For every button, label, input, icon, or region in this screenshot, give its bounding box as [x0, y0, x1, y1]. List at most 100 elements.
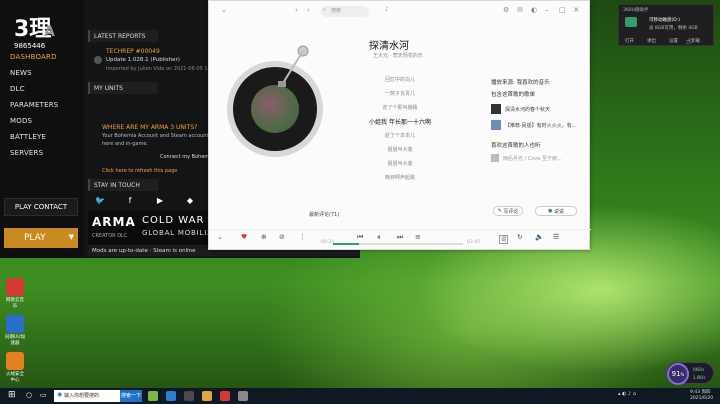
- minimize-icon[interactable]: –: [545, 6, 549, 14]
- user-id: 9865446: [14, 42, 46, 50]
- nav-dashboard[interactable]: DASHBOARD: [10, 53, 57, 61]
- total-time: 03:45: [467, 240, 480, 245]
- drive-name: 可移动磁盘(D:): [649, 18, 680, 23]
- playlist-icon[interactable]: ☰: [553, 233, 559, 241]
- search-input[interactable]: 搜索: [321, 6, 369, 17]
- svg-text:A: A: [44, 24, 55, 40]
- twitter-icon[interactable]: 🐦: [94, 196, 106, 205]
- gear-icon[interactable]: ⚙: [503, 6, 509, 14]
- report-title[interactable]: TECHREP #00049: [106, 48, 160, 55]
- mouse-cursor-icon: ☝: [686, 37, 691, 46]
- next-icon[interactable]: ⏭: [397, 233, 403, 242]
- youtube-icon[interactable]: ▶: [154, 196, 166, 205]
- progress-bar[interactable]: [333, 243, 463, 245]
- latest-reports-header: LATEST REPORTS: [88, 30, 158, 42]
- task-view-icon[interactable]: ▭: [40, 391, 47, 399]
- playlist-item[interactable]: 【推荐·民谣】有时火火火，有...: [505, 122, 576, 129]
- cpu-gauge: 91%: [667, 363, 689, 385]
- loop-icon[interactable]: ↻: [517, 233, 523, 241]
- tray-icons[interactable]: ▴ ◐ ♪ ⌂: [618, 391, 636, 397]
- lyric-line: 赶了个本本儿: [384, 133, 415, 139]
- taskbar-app-icon[interactable]: [220, 391, 230, 401]
- equalizer-icon[interactable]: ≡: [415, 233, 421, 241]
- unmount-button[interactable]: 卸载: [691, 38, 700, 44]
- collapse-icon[interactable]: ⌄: [221, 6, 227, 14]
- open-button[interactable]: 打开: [625, 38, 634, 44]
- taskbar-app-icon[interactable]: [202, 391, 212, 401]
- units-question: WHERE ARE MY ARMA 3 UNITS?: [102, 124, 198, 131]
- volume-icon[interactable]: 🔈: [535, 233, 544, 241]
- refresh-link[interactable]: Click here to refresh this page: [102, 168, 177, 174]
- taskbar-app-icon[interactable]: [238, 391, 248, 401]
- search-engine-icon: ◉: [57, 391, 63, 398]
- download-speed: 1.0K/s: [693, 375, 706, 380]
- heart-icon[interactable]: ♥: [241, 233, 247, 241]
- forward-icon[interactable]: ›: [307, 6, 310, 14]
- share-icon[interactable]: ⊘: [279, 233, 285, 241]
- report-avatar: [94, 56, 102, 64]
- desktop-icon-music[interactable]: 网易云音乐: [4, 278, 26, 309]
- song-title: 探清水河: [369, 41, 409, 52]
- chevron-down-icon[interactable]: ▼: [69, 233, 74, 241]
- windows-start-icon[interactable]: ⊞: [8, 390, 16, 400]
- speed-gauge-widget[interactable]: 91% 0KB/s 1.0K/s: [666, 362, 714, 385]
- usb-notification: 360U盘助手 可移动磁盘(D:) 总 8GB可用，剩余 4GB 打开 弹出 设…: [618, 4, 714, 46]
- download-icon[interactable]: ⊕: [261, 233, 267, 241]
- report-meta: Imported by Julien Vida on 2021-06-05 13…: [106, 66, 219, 72]
- notify-title: 360U盘助手: [623, 8, 649, 13]
- upload-speed: 0KB/s: [693, 367, 705, 372]
- close-icon[interactable]: ×: [573, 5, 580, 14]
- skin-icon[interactable]: ◐: [531, 6, 537, 14]
- desktop-icon-uu[interactable]: 同期UU加速器: [4, 315, 26, 346]
- song-artist[interactable]: 王大元 · 悲天悯花的乐: [373, 52, 423, 59]
- play-button[interactable]: PLAY ▼: [4, 228, 78, 248]
- talk-button[interactable]: ● 说说: [535, 206, 577, 216]
- taskbar-app-icon[interactable]: [148, 391, 158, 401]
- clock-date[interactable]: 2021/6/20: [690, 396, 713, 401]
- comments-count[interactable]: 最新评论(71): [309, 211, 339, 218]
- drive-space: 总 8GB可用，剩余 4GB: [649, 26, 698, 31]
- play-source[interactable]: 播放来源: 我喜欢的音乐: [491, 78, 550, 86]
- similar-thumb[interactable]: [491, 154, 499, 162]
- similar-header: 喜欢这首歌的人也听: [491, 143, 541, 149]
- clock-time[interactable]: 9:43 周四: [690, 389, 711, 395]
- collapse-icon[interactable]: ⌄: [217, 233, 223, 241]
- units-text-2: here and in-game.: [102, 141, 148, 147]
- previous-icon[interactable]: ⏮: [357, 233, 363, 242]
- connect-bohemia-link[interactable]: Connect my Bohemia: [160, 154, 214, 160]
- maximize-icon[interactable]: □: [559, 6, 566, 14]
- taskbar-app-icon[interactable]: [166, 391, 176, 401]
- mic-icon[interactable]: ♪: [385, 6, 389, 13]
- write-comment-button[interactable]: ✎ 写评论: [493, 206, 523, 216]
- taskbar-search-input[interactable]: 输入你想要搜的: [54, 390, 120, 402]
- nav-parameters[interactable]: PARAMETERS: [10, 101, 58, 109]
- nav-battleye[interactable]: BATTLEYE: [10, 133, 46, 141]
- lyric-line: 晚钟啊声起跳: [384, 175, 415, 181]
- similar-song[interactable]: 雨后月光 / Cove 至于雨...: [503, 155, 562, 162]
- playlist-thumb[interactable]: [491, 120, 501, 130]
- search-icon[interactable]: ○: [26, 391, 32, 399]
- more-icon[interactable]: ⋮: [299, 233, 306, 241]
- mail-icon[interactable]: ✉: [517, 6, 523, 14]
- facebook-icon[interactable]: f: [124, 196, 136, 205]
- progress-fill: [333, 243, 359, 245]
- play-contact-button[interactable]: PLAY CONTACT: [4, 198, 78, 216]
- back-icon[interactable]: ‹: [295, 6, 298, 14]
- nav-servers[interactable]: SERVERS: [10, 149, 43, 157]
- desktop-icon-huorong[interactable]: 火绒安全中心: [4, 352, 26, 383]
- playlist-thumb[interactable]: [491, 104, 501, 114]
- nav-dlc[interactable]: DLC: [10, 85, 25, 93]
- tonearm: [278, 45, 309, 87]
- eject-button[interactable]: 弹出: [647, 38, 656, 44]
- lyric-toggle-button[interactable]: 词: [499, 235, 509, 244]
- playlist-item[interactable]: 探清水河的春个秋天: [505, 106, 550, 113]
- bohemia-icon[interactable]: ◆: [184, 196, 196, 205]
- nav-mods[interactable]: MODS: [10, 117, 32, 125]
- taskbar-search-button[interactable]: 搜索一下: [120, 390, 142, 402]
- settings-button[interactable]: 设置: [669, 38, 678, 44]
- banner-logo: ARMA: [92, 215, 136, 229]
- taskbar-app-icon[interactable]: [184, 391, 194, 401]
- music-player-window: ⌄ ‹ › 搜索 ⌕ ♪ ⚙ ✉ ◐ – □ × 探清水河 王大元 · 悲天悯花…: [208, 0, 591, 250]
- nav-news[interactable]: NEWS: [10, 69, 32, 77]
- pause-icon[interactable]: ⏸: [377, 233, 381, 242]
